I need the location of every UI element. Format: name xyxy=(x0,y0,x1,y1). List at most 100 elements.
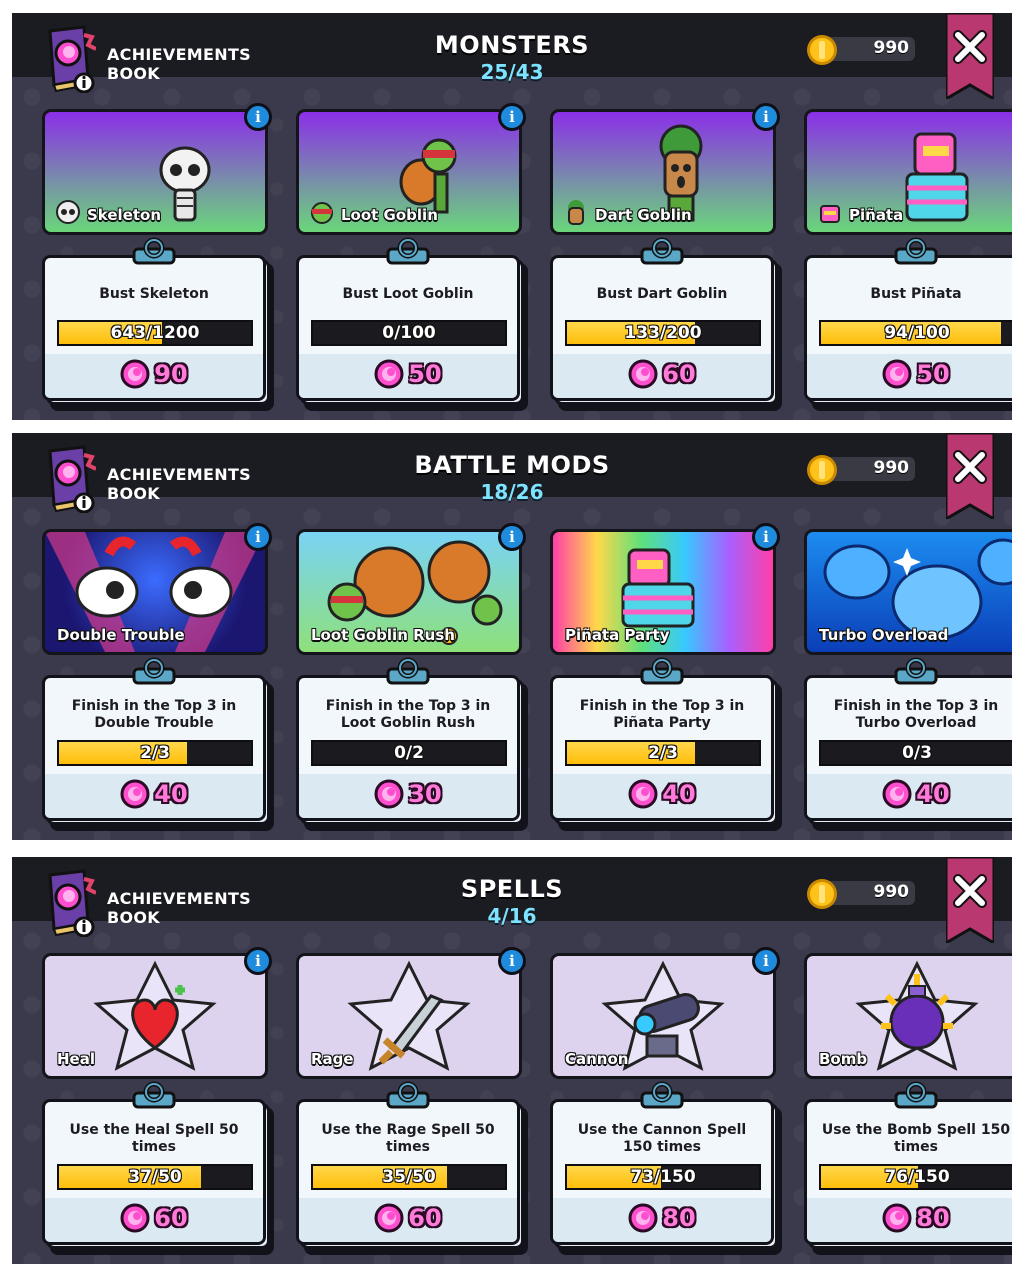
achievement-card-bomb[interactable]: Bomb Use the Bomb Spell 150 times 76/150… xyxy=(804,953,1012,1255)
goblin-icon xyxy=(311,202,333,224)
info-icon[interactable]: i xyxy=(244,103,272,131)
reward-amount: 80 xyxy=(916,1204,950,1232)
achievement-task: Use the Cannon Spell 150 times xyxy=(577,1122,747,1155)
battle-mods-panel: ACHIEVEMENTS BOOK BATTLE MODS 18/26 990 D… xyxy=(12,433,1012,840)
achievements-book-icon[interactable] xyxy=(40,443,97,514)
info-icon[interactable]: i xyxy=(244,523,272,551)
pink-gem-icon xyxy=(628,359,658,389)
coin-balance: 990 xyxy=(807,877,917,909)
progress-bar: 35/50 xyxy=(311,1164,507,1190)
info-icon[interactable]: i xyxy=(752,523,780,551)
clipboard-clip xyxy=(894,237,938,265)
progress-bar: 2/3 xyxy=(57,740,253,766)
close-button[interactable] xyxy=(944,433,996,522)
close-button[interactable] xyxy=(944,13,996,102)
pink-gem-icon xyxy=(120,1203,150,1233)
coin-amount: 990 xyxy=(873,882,910,902)
card-name: Loot Goblin Rush xyxy=(311,626,455,644)
card-art: Turbo Overload xyxy=(804,529,1012,655)
achievements-book-title[interactable]: ACHIEVEMENTS BOOK xyxy=(107,465,251,503)
reward: 60 xyxy=(553,359,771,391)
info-icon[interactable]: i xyxy=(498,523,526,551)
progress-text: 643/1200 xyxy=(110,323,200,343)
achievement-card-turbo-overload[interactable]: Turbo Overload Finish in the Top 3 in Tu… xyxy=(804,529,1012,831)
card-name: Piñata Party xyxy=(565,626,670,644)
progress-bar: 73/150 xyxy=(565,1164,761,1190)
info-icon[interactable]: i xyxy=(498,103,526,131)
achievement-card-heal[interactable]: Heal i Use the Heal Spell 50 times 37/50… xyxy=(42,947,274,1255)
card-art: Loot Goblin Rush xyxy=(296,529,522,655)
achievements-book-title[interactable]: ACHIEVEMENTS BOOK xyxy=(107,889,251,927)
clipboard-clip xyxy=(640,1081,684,1109)
achievements-book-icon[interactable] xyxy=(40,867,97,938)
reward: 30 xyxy=(299,779,517,811)
info-icon[interactable]: i xyxy=(244,947,272,975)
clipboard-clip xyxy=(894,1081,938,1109)
achievement-card-dart-goblin[interactable]: Dart Goblin i Bust Dart Goblin 133/200 6… xyxy=(550,103,782,411)
achievement-card-cannon[interactable]: Cannon i Use the Cannon Spell 150 times … xyxy=(550,947,782,1255)
pink-gem-icon xyxy=(120,779,150,809)
close-button[interactable] xyxy=(944,857,996,946)
gold-coin-icon xyxy=(807,879,837,909)
book-title-line2: BOOK xyxy=(107,484,160,503)
info-icon[interactable]: i xyxy=(752,947,780,975)
info-icon[interactable]: i xyxy=(498,947,526,975)
reward: 80 xyxy=(807,1203,1012,1235)
reward-amount: 60 xyxy=(408,1204,442,1232)
reward-amount: 40 xyxy=(916,780,950,808)
achievement-task: Bust Piñata xyxy=(870,286,962,302)
reward: 40 xyxy=(807,779,1012,811)
reward-amount: 30 xyxy=(408,780,442,808)
achievement-card-rage[interactable]: Rage i Use the Rage Spell 50 times 35/50… xyxy=(296,947,528,1255)
reward-amount: 50 xyxy=(916,360,950,388)
reward-amount: 60 xyxy=(154,1204,188,1232)
card-name: Dart Goblin xyxy=(595,206,692,224)
progress-text: 0/2 xyxy=(394,743,424,763)
reward-amount: 90 xyxy=(154,360,188,388)
progress-bar: 0/3 xyxy=(819,740,1012,766)
page-title: MONSTERS xyxy=(434,31,590,59)
collection-counter: 18/26 xyxy=(480,480,544,504)
dart-goblin-icon xyxy=(568,200,584,225)
achievements-book-icon[interactable] xyxy=(40,23,97,94)
achievement-card-loot-goblin-rush[interactable]: Loot Goblin Rush i Finish in the Top 3 i… xyxy=(296,523,528,831)
achievement-task: Finish in the Top 3 in Piñata Party xyxy=(579,698,745,731)
card-name: Piñata xyxy=(849,206,904,224)
card-art: Piñata xyxy=(804,109,1012,235)
clipboard-clip xyxy=(386,1081,430,1109)
card-art: Double Trouble xyxy=(42,529,268,655)
progress-text: 94/100 xyxy=(884,323,950,343)
progress-bar: 643/1200 xyxy=(57,320,253,346)
achievements-book-title[interactable]: ACHIEVEMENTS BOOK xyxy=(107,45,251,83)
card-name: Bomb xyxy=(819,1050,868,1068)
pink-gem-icon xyxy=(882,359,912,389)
clipboard-clip xyxy=(132,237,176,265)
progress-bar: 76/150 xyxy=(819,1164,1012,1190)
coin-balance: 990 xyxy=(807,453,917,485)
achievement-task: Use the Bomb Spell 150 times xyxy=(821,1122,1011,1155)
reward-amount: 40 xyxy=(154,780,188,808)
reward: 40 xyxy=(553,779,771,811)
achievement-task: Bust Dart Goblin xyxy=(596,286,728,302)
reward: 60 xyxy=(45,1203,263,1235)
clipboard-clip xyxy=(894,657,938,685)
reward: 60 xyxy=(299,1203,517,1235)
coin-amount: 990 xyxy=(873,38,910,58)
pink-gem-icon xyxy=(374,1203,404,1233)
reward: 50 xyxy=(807,359,1012,391)
achievement-card-skeleton[interactable]: Skeleton i Bust Skeleton 643/1200 90 xyxy=(42,103,274,411)
clipboard-clip xyxy=(386,657,430,685)
achievement-card-double-trouble[interactable]: Double Trouble i Finish in the Top 3 in … xyxy=(42,523,274,831)
achievement-card-pinata-party[interactable]: Piñata Party i Finish in the Top 3 in Pi… xyxy=(550,523,782,831)
card-art: Piñata Party xyxy=(550,529,776,655)
progress-text: 133/200 xyxy=(624,323,702,343)
progress-text: 2/3 xyxy=(140,743,170,763)
coin-balance: 990 xyxy=(807,33,917,65)
info-icon[interactable]: i xyxy=(752,103,780,131)
pink-gem-icon xyxy=(120,359,150,389)
achievement-card-pinata[interactable]: Piñata Bust Piñata 94/100 50 xyxy=(804,109,1012,411)
achievement-card-loot-goblin[interactable]: Loot Goblin i Bust Loot Goblin 0/100 50 xyxy=(296,103,528,411)
card-art: Loot Goblin xyxy=(296,109,522,235)
gold-coin-icon xyxy=(807,35,837,65)
clipboard-clip xyxy=(640,237,684,265)
